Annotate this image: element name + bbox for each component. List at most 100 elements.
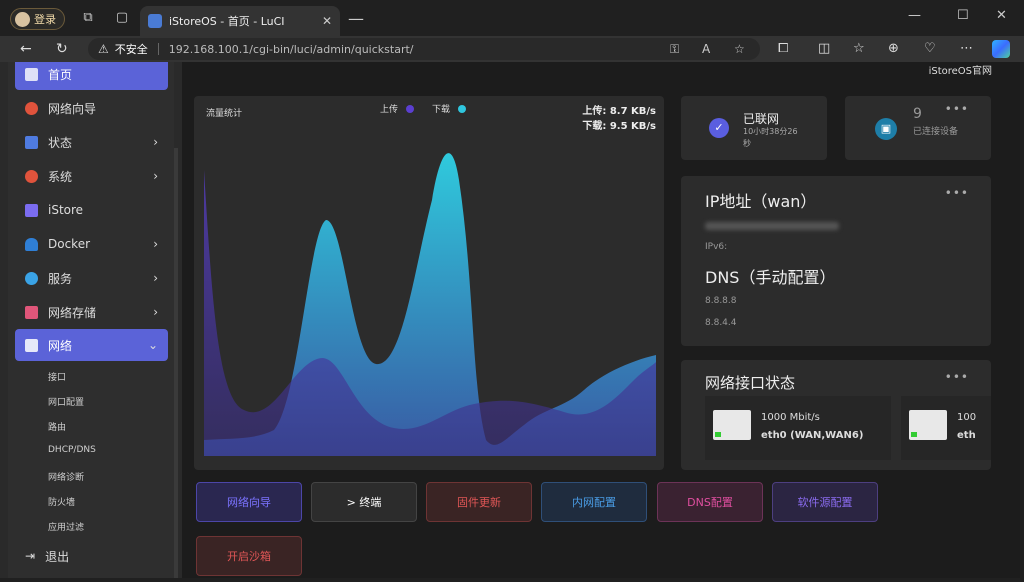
chevron-right-icon: › — [153, 135, 158, 149]
extensions-icon[interactable]: ⧠ — [778, 41, 788, 56]
firmware-update-button[interactable]: 固件更新 — [426, 482, 532, 522]
sidebar-item-label: 首页 — [48, 67, 73, 82]
connected-status: 已联网 — [743, 112, 780, 126]
istoreos-site-link[interactable]: iStoreOS官网 — [929, 62, 992, 77]
software-source-button[interactable]: 软件源配置 — [772, 482, 878, 522]
port-speed: 1000 Mbit/s — [761, 412, 820, 423]
collections-icon[interactable]: ⊕ — [888, 41, 899, 56]
traffic-card: 流量统计 上传 下载 上传: 8.7 KB/s 下载: 9.5 KB/s — [194, 96, 664, 470]
sidebar-item-home[interactable]: 首页 — [15, 62, 168, 90]
wizard-button[interactable]: 网络向导 — [196, 482, 302, 522]
maximize-icon[interactable]: ☐ — [957, 8, 969, 23]
legend-download: 下载 — [432, 102, 467, 115]
dns-title: DNS（手动配置） — [705, 268, 836, 287]
chevron-down-icon: ⌄ — [147, 338, 158, 352]
main-panel: iStoreOS官网 流量统计 上传 下载 上传: 8.7 KB/s 下载: 9… — [182, 62, 1020, 578]
workspaces-icon[interactable]: ⧉ — [80, 10, 96, 26]
logout-icon: ⇥ — [25, 549, 36, 563]
sidebar-item-storage[interactable]: 网络存储 › — [15, 296, 168, 328]
sidebar-item-label: 系统 — [48, 169, 73, 184]
sandbox-button[interactable]: 开启沙箱 — [196, 536, 302, 576]
back-icon[interactable]: ← — [20, 41, 32, 57]
split-screen-icon[interactable]: ◫ — [818, 41, 830, 56]
key-icon[interactable]: ⚿ — [670, 42, 679, 57]
port-item[interactable]: 1000 Mbit/s eth0 (WAN,WAN6) — [705, 396, 891, 460]
ethernet-port-icon — [713, 410, 751, 440]
sidebar-item-label: Docker — [48, 237, 91, 251]
lan-config-button[interactable]: 内网配置 — [541, 482, 647, 522]
device-icon: ▣ — [875, 118, 897, 140]
more-icon[interactable]: ••• — [945, 186, 969, 200]
sidebar-item-network[interactable]: 网络 ⌄ — [15, 329, 168, 361]
more-icon[interactable]: ••• — [945, 102, 969, 116]
sidebar-subitem-interfaces[interactable]: 接口 — [48, 370, 66, 383]
sidebar-subitem-dhcp-dns[interactable]: DHCP/DNS — [48, 445, 96, 455]
address-bar[interactable]: ⚠ 不安全 192.168.100.1/cgi-bin/luci/admin/q… — [88, 38, 760, 60]
copilot-icon[interactable] — [992, 40, 1010, 58]
minimize-icon[interactable]: — — [908, 8, 921, 23]
check-icon: ✓ — [709, 118, 729, 138]
services-icon — [25, 271, 38, 285]
sidebar-item-label: 网络存储 — [48, 305, 97, 320]
sidebar-item-label: 状态 — [48, 135, 73, 150]
sidebar-item-services[interactable]: 服务 › — [15, 262, 168, 294]
chevron-right-icon: › — [153, 305, 158, 319]
download-rate: 下载: 9.5 KB/s — [582, 121, 656, 132]
sidebar-subitem-port-config[interactable]: 网口配置 — [48, 395, 84, 408]
read-aloud-icon[interactable]: A — [702, 42, 710, 56]
close-window-icon[interactable]: ✕ — [996, 8, 1007, 23]
internet-status-card: ✓ 已联网 10小时38分26秒 — [681, 96, 827, 160]
traffic-title: 流量统计 — [206, 109, 243, 119]
ipv6-label: IPv6: — [705, 242, 728, 252]
browser-tab-bar: 登录 ⧉ ▢ iStoreOS - 首页 - LuCI ✕ — — ☐ ✕ — [0, 0, 1024, 36]
download-dot-icon — [458, 104, 467, 113]
sidebar-item-wizard[interactable]: 网络向导 — [15, 92, 168, 124]
close-tab-icon[interactable]: ✕ — [322, 14, 332, 28]
port-name: eth — [957, 430, 976, 441]
device-label: 已连接设备 — [913, 127, 959, 137]
terminal-button[interactable]: > 终端 — [311, 482, 417, 522]
sidebar-item-system[interactable]: 系统 › — [15, 160, 168, 192]
sidebar-scrollbar[interactable] — [174, 148, 178, 578]
sidebar-subitem-app-filter[interactable]: 应用过滤 — [48, 520, 84, 533]
favorite-star-icon[interactable]: ☆ — [734, 42, 745, 56]
sidebar-item-label: 网络 — [48, 338, 73, 353]
refresh-icon[interactable]: ↻ — [56, 41, 68, 57]
sidebar-subitem-routes[interactable]: 路由 — [48, 420, 66, 433]
profile-button[interactable]: 登录 — [10, 8, 65, 30]
legend-upload: 上传 — [380, 102, 415, 115]
ethernet-port-icon — [909, 410, 947, 440]
avatar — [15, 11, 30, 27]
ipv4-value-redacted — [705, 222, 839, 230]
new-tab-icon[interactable]: — — [348, 9, 364, 28]
sidebar-subitem-firewall[interactable]: 防火墙 — [48, 495, 75, 508]
dns-config-button[interactable]: DNS配置 — [657, 482, 763, 522]
health-icon[interactable]: ♡ — [924, 41, 936, 56]
sidebar-item-status[interactable]: 状态 › — [15, 126, 168, 158]
button-label: 网络向导 — [227, 496, 271, 509]
divider — [157, 43, 159, 55]
tab-istoreos[interactable]: iStoreOS - 首页 - LuCI ✕ — [140, 6, 340, 36]
favorites-icon[interactable]: ☆ — [853, 41, 865, 56]
more-menu-icon[interactable]: ⋯ — [960, 41, 973, 56]
dns-primary: 8.8.8.8 — [705, 296, 737, 306]
sidebar-item-logout[interactable]: ⇥ 退出 — [15, 540, 168, 572]
sidebar-subitem-diagnostics[interactable]: 网络诊断 — [48, 470, 84, 483]
home-icon — [25, 67, 38, 81]
warning-icon: ⚠ — [98, 42, 109, 56]
devices-card: ▣ 9 已连接设备 ••• — [845, 96, 991, 160]
interfaces-title: 网络接口状态 — [705, 374, 796, 392]
button-label: > 终端 — [346, 496, 382, 509]
sidebar-item-label: iStore — [48, 203, 84, 217]
network-icon — [25, 338, 38, 352]
legend-upload-label: 上传 — [380, 105, 399, 115]
store-icon — [25, 203, 38, 217]
profile-label: 登录 — [34, 13, 56, 26]
tab-actions-icon[interactable]: ▢ — [114, 10, 130, 26]
more-icon[interactable]: ••• — [945, 370, 969, 384]
sidebar-item-docker[interactable]: Docker › — [15, 228, 168, 260]
storage-icon — [25, 305, 38, 319]
sidebar-item-istore[interactable]: iStore — [15, 194, 168, 226]
favicon-icon — [148, 14, 162, 28]
port-item[interactable]: 100 eth — [901, 396, 991, 460]
